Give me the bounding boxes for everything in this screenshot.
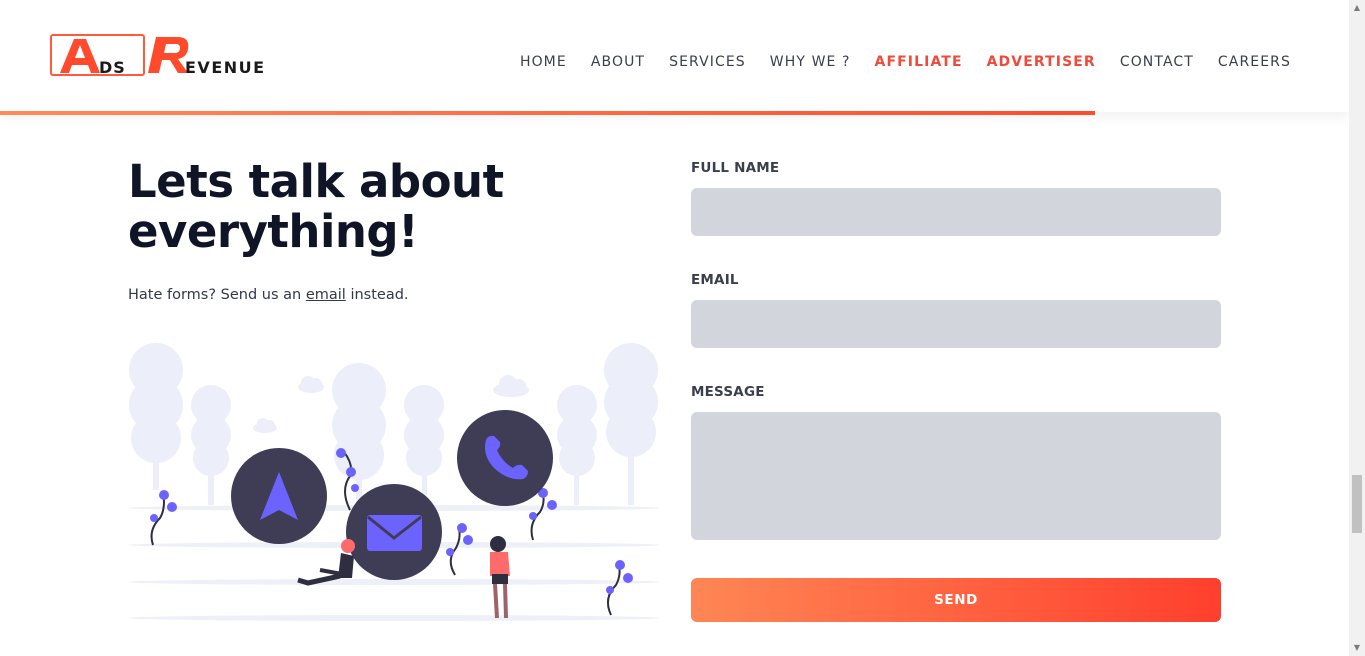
nav-contact[interactable]: CONTACT bbox=[1120, 54, 1194, 70]
subline-text-before: Hate forms? Send us an bbox=[128, 287, 306, 303]
ads-revenue-logo[interactable]: DS EVENUE bbox=[50, 33, 295, 79]
main-nav: HOME ABOUT SERVICES WHY WE ? AFFILIATE A… bbox=[520, 54, 1291, 70]
subline-text-after: instead. bbox=[345, 287, 409, 303]
standing-person bbox=[490, 536, 510, 619]
nav-careers[interactable]: CAREERS bbox=[1218, 54, 1291, 70]
background-trees bbox=[129, 343, 658, 505]
nav-affiliate[interactable]: AFFILIATE bbox=[875, 54, 963, 70]
svg-text:DS: DS bbox=[99, 58, 126, 77]
page-scrollbar[interactable]: ▲ ▼ bbox=[1349, 0, 1365, 656]
email-label: EMAIL bbox=[691, 272, 739, 288]
email-input[interactable] bbox=[691, 300, 1221, 348]
scroll-down-arrow-icon[interactable]: ▼ bbox=[1349, 640, 1365, 656]
mail-icon bbox=[367, 515, 422, 551]
email-link[interactable]: email bbox=[306, 287, 346, 303]
nav-advertiser[interactable]: ADVERTISER bbox=[987, 54, 1096, 70]
nav-home[interactable]: HOME bbox=[520, 54, 567, 70]
nav-services[interactable]: SERVICES bbox=[669, 54, 746, 70]
scroll-progress-bar bbox=[0, 111, 1095, 115]
scroll-up-arrow-icon[interactable]: ▲ bbox=[1349, 0, 1365, 16]
message-label: MESSAGE bbox=[691, 384, 765, 400]
nav-about[interactable]: ABOUT bbox=[591, 54, 645, 70]
full-name-label: FULL NAME bbox=[691, 160, 780, 176]
scrollbar-thumb[interactable] bbox=[1352, 475, 1362, 533]
contact-illustration bbox=[128, 343, 660, 621]
site-header: DS EVENUE HOME ABOUT SERVICES WHY WE ? A… bbox=[0, 0, 1349, 112]
svg-text:EVENUE: EVENUE bbox=[185, 58, 266, 77]
full-name-input[interactable] bbox=[691, 188, 1221, 236]
send-button[interactable]: SEND bbox=[691, 578, 1221, 622]
page-title: Lets talk about everything! bbox=[128, 155, 504, 258]
contact-subline: Hate forms? Send us an email instead. bbox=[128, 287, 409, 303]
message-textarea[interactable] bbox=[691, 412, 1221, 540]
nav-why-we[interactable]: WHY WE ? bbox=[770, 54, 851, 70]
